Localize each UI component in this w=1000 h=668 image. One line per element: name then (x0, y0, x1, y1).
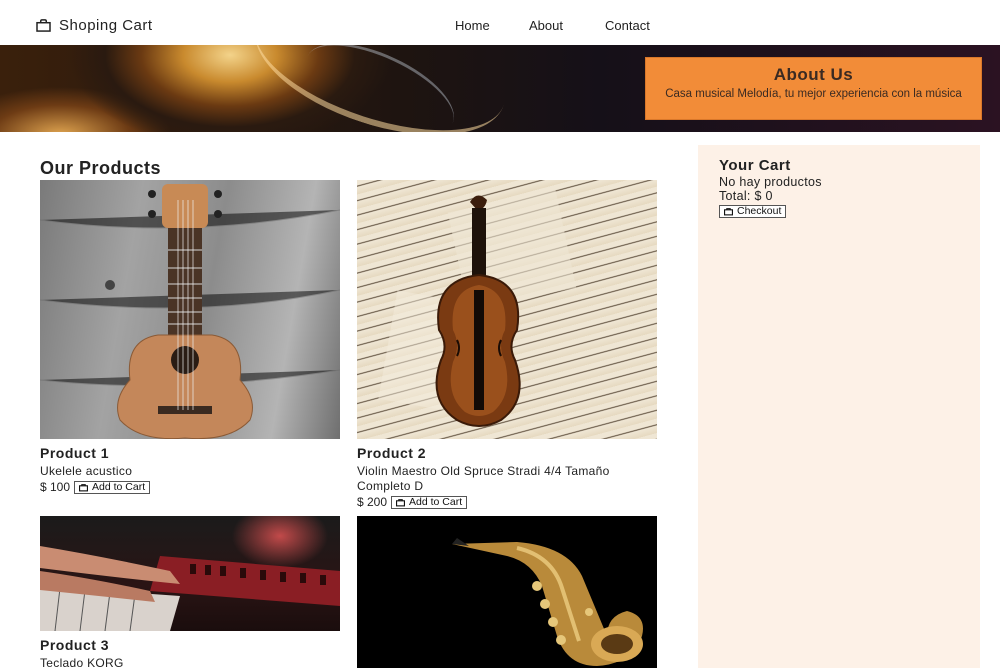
add-to-cart-button[interactable]: Add to Cart (74, 480, 151, 494)
keyboard-illustration (40, 546, 340, 631)
ukulele-illustration (40, 184, 340, 439)
shopping-bag-icon (396, 498, 406, 506)
violin-illustration (378, 189, 577, 427)
product-description: Ukelele acustico (40, 464, 133, 478)
product-name: Product 2 (357, 445, 427, 461)
nav-link-contact[interactable]: Contact (605, 18, 650, 33)
product-name: Product 3 (40, 637, 110, 653)
add-to-cart-label: Add to Cart (409, 495, 463, 508)
brand[interactable]: Shoping Cart (36, 17, 153, 34)
about-us-title: About Us (773, 65, 854, 84)
product-card (357, 516, 657, 668)
hero-banner: About Us Casa musical Melodía, tu mejor … (0, 45, 1000, 132)
product-image-keyboard (40, 516, 340, 631)
shopping-bag-icon (79, 483, 89, 491)
cart-total: Total: $ 0 (719, 189, 773, 203)
cart-empty-message: No hay productos (719, 175, 822, 189)
shopping-bag-icon (724, 208, 733, 216)
product-card: Product 1 Ukelele acustico $ 100 Add to … (40, 180, 340, 494)
product-description: Violin Maestro Old Spruce Stradi 4/4 Tam… (357, 464, 610, 493)
saxophone-illustration (452, 538, 643, 666)
brand-label: Shoping Cart (59, 17, 153, 34)
shopping-bag-icon (36, 19, 51, 32)
product-card: Product 2 Violin Maestro Old Spruce Stra… (357, 180, 657, 509)
about-us-box: About Us Casa musical Melodía, tu mejor … (645, 57, 982, 120)
cart-title: Your Cart (719, 157, 791, 174)
product-description: Teclado KORG (40, 656, 124, 668)
add-to-cart-button[interactable]: Add to Cart (391, 495, 468, 509)
about-us-text: Casa musical Melodía, tu mejor experienc… (665, 88, 962, 100)
cart-sidebar: Your Cart No hay productos Total: $ 0 Ch… (698, 145, 980, 668)
checkout-button[interactable]: Checkout (719, 205, 787, 218)
product-image-ukulele (40, 180, 340, 439)
checkout-label: Checkout (737, 205, 782, 217)
products-heading: Our Products (40, 158, 162, 178)
product-price: $ 100 (40, 480, 71, 494)
product-name: Product 1 (40, 445, 110, 461)
nav-link-home[interactable]: Home (455, 18, 490, 33)
product-price-row: $ 100 Add to Cart (40, 480, 340, 494)
nav-link-about[interactable]: About (529, 18, 563, 33)
top-navbar: Shoping Cart Home About Contact (0, 0, 1000, 45)
product-price-row: $ 200 Add to Cart (357, 495, 657, 509)
product-image-violin (357, 180, 657, 439)
add-to-cart-label: Add to Cart (92, 480, 146, 493)
product-card: Product 3 Teclado KORG (40, 516, 340, 668)
product-image-saxophone (357, 516, 657, 668)
product-price: $ 200 (357, 495, 388, 509)
